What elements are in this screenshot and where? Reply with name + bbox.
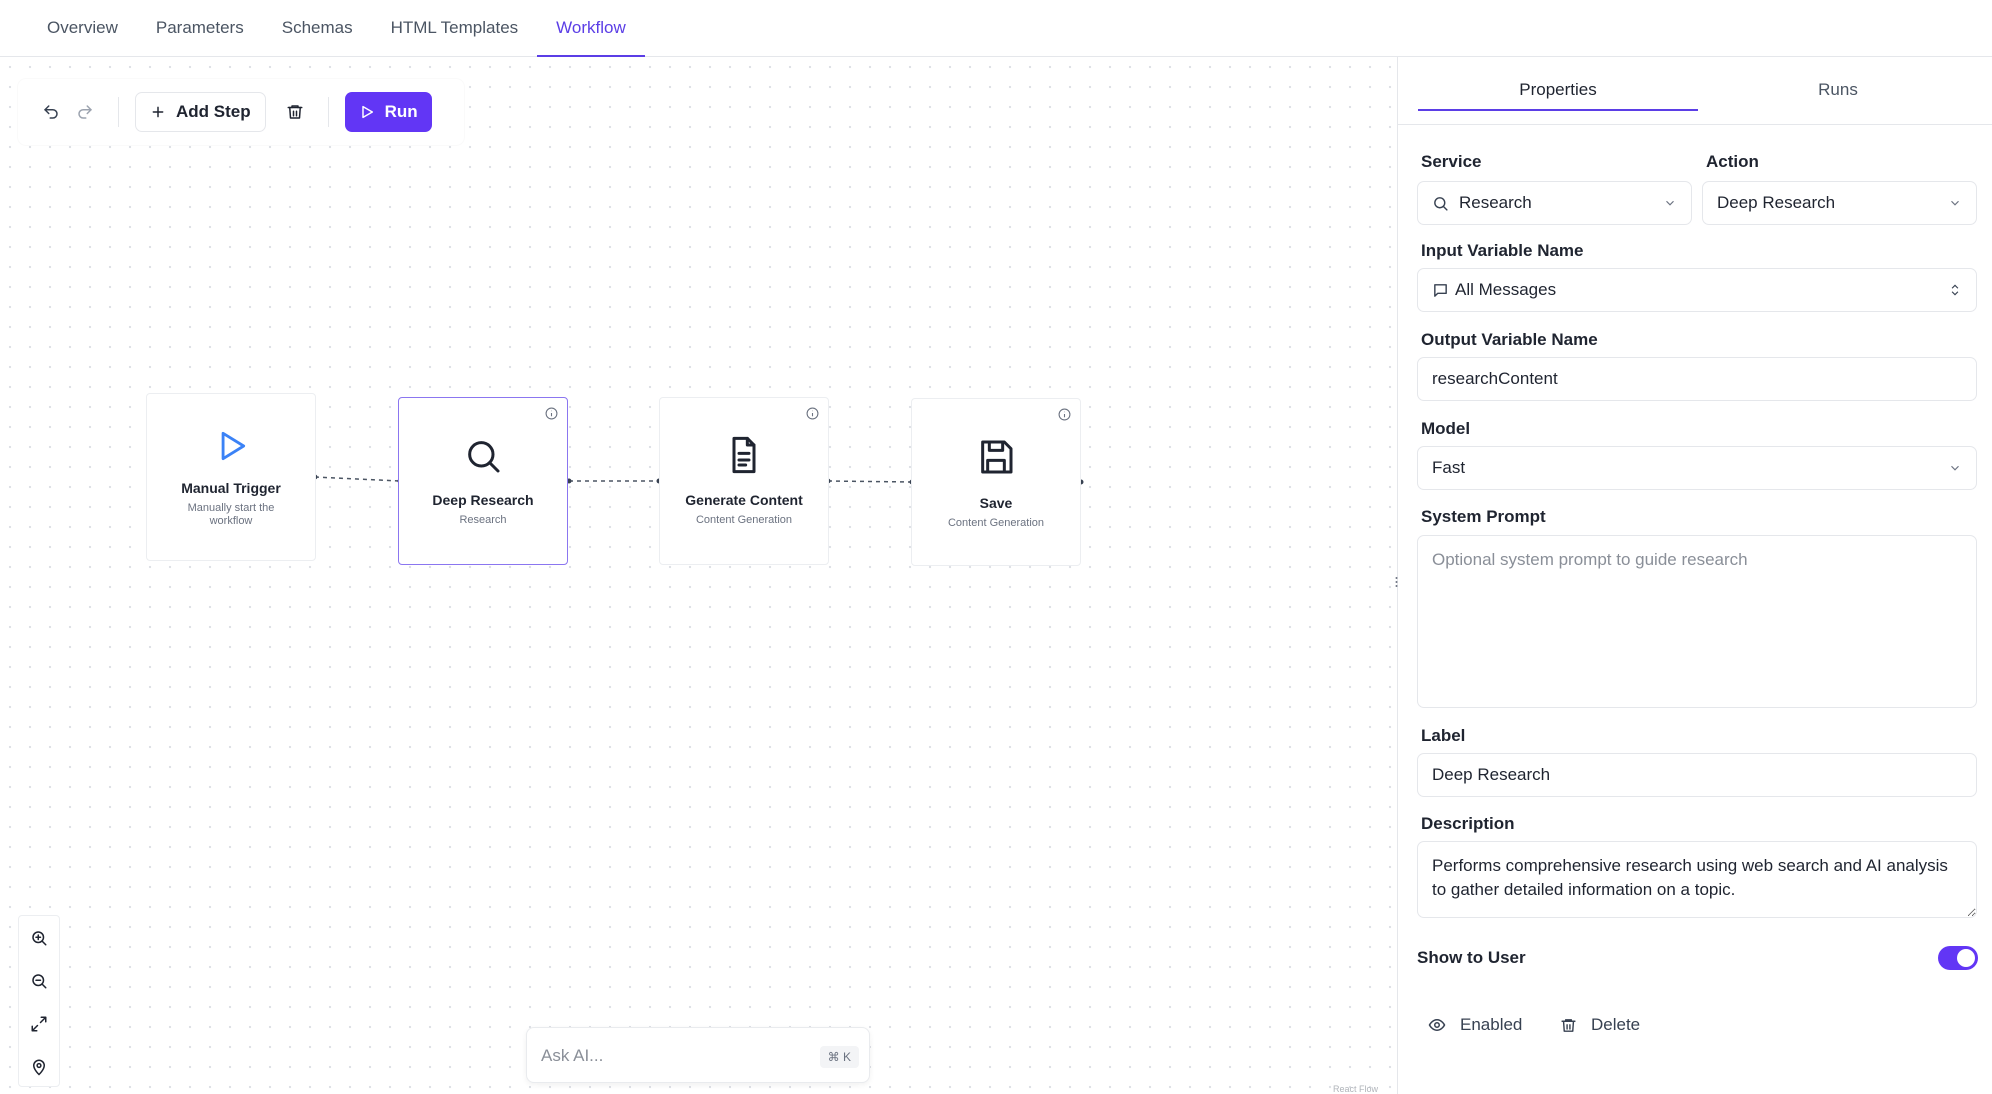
properties-panel: Properties Runs Service Research Action … <box>1398 57 1992 1094</box>
search-icon <box>468 441 500 473</box>
panel-tabs-divider <box>1398 124 1992 125</box>
node-manual-trigger[interactable]: Manual Trigger Manually start the workfl… <box>146 393 316 561</box>
service-label: Service <box>1421 152 1482 171</box>
node-save[interactable]: Save Content Generation <box>911 398 1081 566</box>
input-variable-label: Input Variable Name <box>1421 241 1584 260</box>
zoom-in-icon <box>32 930 47 945</box>
zoom-out-icon <box>32 973 47 988</box>
toggle-knob <box>1957 949 1975 967</box>
model-select[interactable]: Fast <box>1417 446 1977 490</box>
tab-parameters[interactable]: Parameters <box>137 0 263 56</box>
zoom-out-button[interactable] <box>19 959 59 1002</box>
shortcut-hint: ⌘ K <box>819 1046 859 1068</box>
tab-runs[interactable]: Runs <box>1698 71 1978 111</box>
tab-schemas[interactable]: Schemas <box>263 0 372 56</box>
output-variable-field[interactable] <box>1417 357 1977 401</box>
search-icon <box>1434 196 1448 211</box>
action-value: Deep Research <box>1717 193 1836 212</box>
show-to-user-label: Show to User <box>1417 948 1526 967</box>
info-icon[interactable] <box>806 407 819 425</box>
chevron-down-icon <box>1951 200 1959 206</box>
tab-overview[interactable]: Overview <box>28 0 137 56</box>
action-select[interactable]: Deep Research <box>1702 181 1977 225</box>
main-tabs: Overview Parameters Schemas HTML Templat… <box>28 0 645 57</box>
trash-icon <box>1561 1018 1576 1032</box>
system-prompt-label: System Prompt <box>1421 507 1546 526</box>
node-title: Deep Research <box>432 492 534 508</box>
enabled-label: Enabled <box>1460 1015 1523 1034</box>
expand-icon <box>31 1016 47 1031</box>
edge-content-save <box>827 480 913 483</box>
document-icon <box>732 436 756 474</box>
tab-workflow[interactable]: Workflow <box>537 0 645 57</box>
service-value: Research <box>1459 193 1532 212</box>
output-variable-label: Output Variable Name <box>1421 330 1598 349</box>
save-icon <box>981 440 1013 474</box>
input-variable-select[interactable]: All Messages <box>1417 268 1977 312</box>
info-icon[interactable] <box>545 407 558 425</box>
action-label: Action <box>1706 152 1759 171</box>
label-input[interactable] <box>1432 765 1962 785</box>
play-icon <box>221 431 246 461</box>
react-flow-attribution[interactable]: React Flow <box>1333 1084 1378 1094</box>
tab-properties[interactable]: Properties <box>1418 71 1698 111</box>
model-label: Model <box>1421 419 1471 438</box>
top-navigation: Overview Parameters Schemas HTML Templat… <box>0 0 1992 57</box>
node-generate-content[interactable]: Generate Content Content Generation <box>659 397 829 565</box>
workflow-edges <box>312 474 1084 485</box>
node-subtitle: Content Generation <box>947 517 1044 529</box>
map-pin-icon <box>32 1059 46 1076</box>
workflow-canvas[interactable]: Add Step Run Manual Trigger Manually sta… <box>0 57 1398 1094</box>
info-icon[interactable] <box>1058 408 1071 426</box>
message-icon <box>1434 283 1447 297</box>
node-deep-research[interactable]: Deep Research Research <box>398 397 568 565</box>
chevron-down-icon <box>1951 465 1959 471</box>
panel-tabs: Properties Runs <box>1418 71 1978 111</box>
delete-node-button[interactable]: Delete <box>1560 1008 1640 1042</box>
node-title: Manual Trigger <box>181 480 281 496</box>
system-prompt-textarea[interactable] <box>1417 535 1977 708</box>
eye-icon <box>1428 1018 1446 1032</box>
zoom-controls <box>18 915 60 1087</box>
service-select[interactable]: Research <box>1417 181 1692 225</box>
locate-button[interactable] <box>19 1045 59 1088</box>
tab-html-templates[interactable]: HTML Templates <box>372 0 538 56</box>
node-subtitle: Manually start the workflow <box>187 502 275 527</box>
delete-label: Delete <box>1591 1015 1641 1034</box>
model-value: Fast <box>1432 458 1466 477</box>
ask-ai-box: ⌘ K <box>526 1027 870 1083</box>
node-subtitle: Research <box>459 514 507 526</box>
chevron-up-down-icon <box>1951 284 1959 296</box>
description-textarea[interactable]: Performs comprehensive research using we… <box>1417 841 1977 918</box>
edge-trigger-research <box>314 476 401 482</box>
node-subtitle: Content Generation <box>695 514 792 526</box>
input-variable-value: All Messages <box>1455 280 1557 299</box>
fit-view-button[interactable] <box>19 1002 59 1045</box>
chevron-down-icon <box>1666 200 1674 206</box>
label-field[interactable] <box>1417 753 1977 797</box>
zoom-in-button[interactable] <box>19 916 59 959</box>
show-to-user-toggle[interactable] <box>1938 946 1978 970</box>
enabled-button[interactable]: Enabled <box>1428 1008 1522 1042</box>
output-variable-input[interactable] <box>1432 369 1962 389</box>
ask-ai-input[interactable] <box>541 1042 791 1070</box>
node-title: Generate Content <box>685 492 803 508</box>
description-label: Description <box>1421 814 1515 833</box>
label-label: Label <box>1421 726 1466 745</box>
node-title: Save <box>979 495 1013 511</box>
